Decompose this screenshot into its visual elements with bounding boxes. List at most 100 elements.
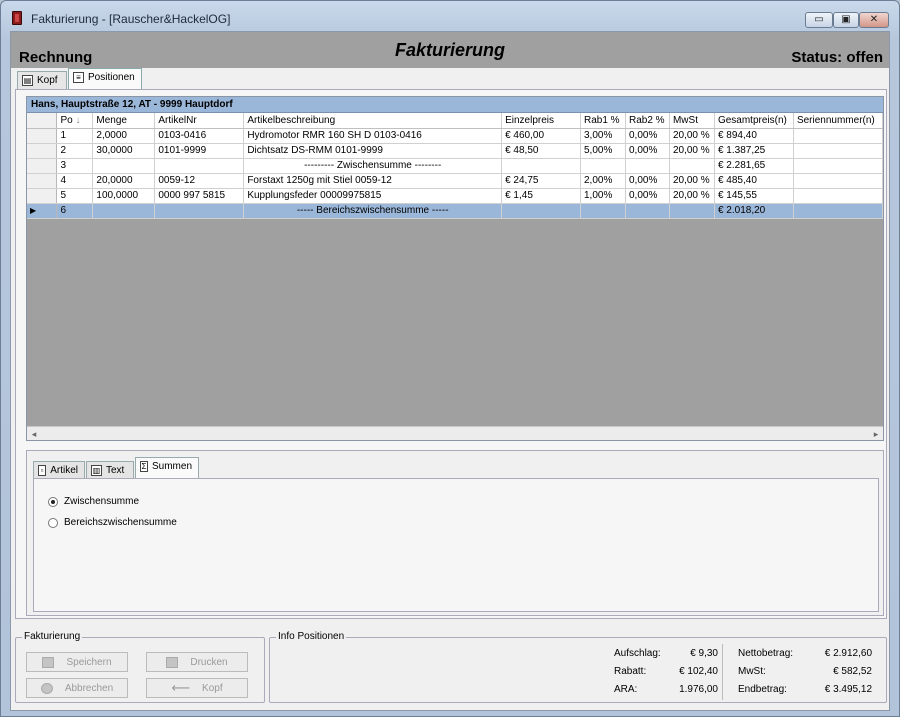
cell-einzelpreis[interactable]: € 460,00 bbox=[501, 128, 581, 144]
column-header-rab2[interactable]: Rab2 % bbox=[625, 113, 670, 129]
cell-einzelpreis[interactable]: € 1,45 bbox=[501, 188, 581, 204]
row-header[interactable] bbox=[27, 173, 58, 189]
cell-mwst[interactable]: 20,00 % bbox=[669, 128, 715, 144]
cell-einzelpreis[interactable]: € 48,50 bbox=[501, 143, 581, 159]
cell-seriennummer[interactable] bbox=[793, 173, 883, 189]
cell-artikelbeschreibung[interactable]: --------- Zwischensumme -------- bbox=[243, 158, 503, 174]
cell-artikelnr[interactable]: 0000 997 5815 bbox=[154, 188, 245, 204]
cell-gesamtpreis[interactable]: € 1.387,25 bbox=[714, 143, 794, 159]
cell-artikelnr[interactable]: 0101-9999 bbox=[154, 143, 245, 159]
cell-einzelpreis[interactable]: € 24,75 bbox=[501, 173, 581, 189]
back-to-kopf-button[interactable]: ⟵ Kopf bbox=[146, 678, 248, 698]
cell-artikelnr[interactable]: 0059-12 bbox=[154, 173, 245, 189]
cell-gesamtpreis[interactable]: € 2.018,20 bbox=[714, 203, 794, 219]
cell-mwst[interactable]: 20,00 % bbox=[669, 143, 715, 159]
cell-artikelbeschreibung[interactable]: Dichtsatz DS-RMM 0101-9999 bbox=[243, 143, 503, 159]
cell-po[interactable]: 2 bbox=[56, 143, 94, 159]
table-row[interactable]: ▶ 6 ----- Bereichszwischensumme ----- € 2.0… bbox=[27, 203, 883, 219]
cell-menge[interactable] bbox=[92, 158, 156, 174]
cell-mwst[interactable]: 20,00 % bbox=[669, 173, 715, 189]
cell-rab1[interactable]: 5,00% bbox=[580, 143, 626, 159]
tab-positionen[interactable]: ≡ Positionen bbox=[68, 68, 142, 90]
cell-gesamtpreis[interactable]: € 145,55 bbox=[714, 188, 794, 204]
cell-mwst[interactable] bbox=[669, 158, 715, 174]
cell-rab1[interactable] bbox=[580, 158, 626, 174]
scroll-right-arrow-icon[interactable]: ▸ bbox=[870, 428, 882, 440]
cell-artikelbeschreibung[interactable]: Forstaxt 1250g mit Stiel 0059-12 bbox=[243, 173, 503, 189]
cell-artikelbeschreibung[interactable]: Hydromotor RMR 160 SH D 0103-0416 bbox=[243, 128, 503, 144]
row-header[interactable] bbox=[27, 128, 58, 144]
cell-gesamtpreis[interactable]: € 894,40 bbox=[714, 128, 794, 144]
row-header[interactable] bbox=[27, 188, 58, 204]
scroll-left-arrow-icon[interactable]: ◂ bbox=[28, 428, 40, 440]
table-row[interactable]: 2 30,0000 0101-9999 Dichtsatz DS-RMM 0101-9… bbox=[27, 143, 883, 159]
column-header-gesamtpreis[interactable]: Gesamtpreis(n) bbox=[714, 113, 794, 129]
column-header-seriennummer[interactable]: Seriennummer(n) bbox=[793, 113, 883, 129]
minimize-button[interactable]: ▭ bbox=[805, 12, 833, 28]
cell-seriennummer[interactable] bbox=[793, 188, 883, 204]
column-header-einzelpreis[interactable]: Einzelpreis bbox=[501, 113, 581, 129]
tab-summen[interactable]: Σ Summen bbox=[135, 457, 199, 479]
cell-po[interactable]: 6 bbox=[56, 203, 94, 219]
cell-menge[interactable]: 20,0000 bbox=[92, 173, 156, 189]
cell-po[interactable]: 3 bbox=[56, 158, 94, 174]
cell-rab1[interactable]: 3,00% bbox=[580, 128, 626, 144]
cell-artikelbeschreibung[interactable]: Kupplungsfeder 00009975815 bbox=[243, 188, 503, 204]
cell-menge[interactable]: 100,0000 bbox=[92, 188, 156, 204]
maximize-button[interactable]: ▣ bbox=[833, 12, 859, 28]
cell-rab2[interactable] bbox=[625, 203, 670, 219]
cell-seriennummer[interactable] bbox=[793, 128, 883, 144]
print-button[interactable]: Drucken bbox=[146, 652, 248, 672]
column-header-rab1[interactable]: Rab1 % bbox=[580, 113, 626, 129]
table-row[interactable]: 1 2,0000 0103-0416 Hydromotor RMR 160 SH D … bbox=[27, 128, 883, 144]
radio-bereichszwischensumme-dot[interactable] bbox=[48, 517, 58, 528]
cancel-button[interactable]: Abbrechen bbox=[26, 678, 128, 698]
row-header[interactable]: ▶ bbox=[27, 203, 58, 219]
cell-rab1[interactable]: 2,00% bbox=[580, 173, 626, 189]
cell-seriennummer[interactable] bbox=[793, 158, 883, 174]
horizontal-scrollbar[interactable]: ◂ ▸ bbox=[27, 426, 883, 440]
cell-mwst[interactable] bbox=[669, 203, 715, 219]
cell-gesamtpreis[interactable]: € 2.281,65 bbox=[714, 158, 794, 174]
cell-artikelnr[interactable] bbox=[154, 203, 245, 219]
tab-artikel[interactable]: ▫ Artikel bbox=[33, 461, 85, 479]
cell-rab2[interactable] bbox=[625, 158, 670, 174]
column-header-artikelbeschreibung[interactable]: Artikelbeschreibung bbox=[243, 113, 503, 129]
cell-rab1[interactable]: 1,00% bbox=[580, 188, 626, 204]
positions-grid[interactable]: Hans, Hauptstraße 12, AT - 9999 Hauptdor… bbox=[26, 96, 884, 441]
cell-rab2[interactable]: 0,00% bbox=[625, 128, 670, 144]
cell-rab2[interactable]: 0,00% bbox=[625, 173, 670, 189]
radio-zwischensumme[interactable]: Zwischensumme bbox=[48, 496, 139, 507]
column-header-mwst[interactable]: MwSt bbox=[669, 113, 715, 129]
cell-po[interactable]: 5 bbox=[56, 188, 94, 204]
cell-artikelnr[interactable]: 0103-0416 bbox=[154, 128, 245, 144]
tab-text[interactable]: ▥ Text bbox=[86, 461, 134, 479]
save-button[interactable]: Speichern bbox=[26, 652, 128, 672]
row-header[interactable] bbox=[27, 143, 58, 159]
cell-menge[interactable] bbox=[92, 203, 156, 219]
tab-kopf[interactable]: ▤ Kopf bbox=[17, 71, 67, 90]
table-row[interactable]: 3 --------- Zwischensumme -------- € 2.281… bbox=[27, 158, 883, 174]
column-header-artikelnr[interactable]: ArtikelNr bbox=[154, 113, 245, 129]
close-button[interactable]: ✕ bbox=[859, 12, 889, 28]
cell-menge[interactable]: 30,0000 bbox=[92, 143, 156, 159]
cell-rab2[interactable]: 0,00% bbox=[625, 188, 670, 204]
table-row[interactable]: 4 20,0000 0059-12 Forstaxt 1250g mit Stiel … bbox=[27, 173, 883, 189]
table-row[interactable]: 5 100,0000 0000 997 5815 Kupplungsfeder 000… bbox=[27, 188, 883, 204]
row-header[interactable] bbox=[27, 158, 58, 174]
cell-einzelpreis[interactable] bbox=[501, 203, 581, 219]
cell-seriennummer[interactable] bbox=[793, 143, 883, 159]
cell-seriennummer[interactable] bbox=[793, 203, 883, 219]
cell-einzelpreis[interactable] bbox=[501, 158, 581, 174]
cell-artikelnr[interactable] bbox=[154, 158, 245, 174]
radio-bereichszwischensumme[interactable]: Bereichszwischensumme bbox=[48, 517, 177, 528]
radio-zwischensumme-dot[interactable] bbox=[48, 496, 58, 507]
cell-rab1[interactable] bbox=[580, 203, 626, 219]
cell-menge[interactable]: 2,0000 bbox=[92, 128, 156, 144]
cell-rab2[interactable]: 0,00% bbox=[625, 143, 670, 159]
cell-mwst[interactable]: 20,00 % bbox=[669, 188, 715, 204]
cell-po[interactable]: 1 bbox=[56, 128, 94, 144]
cell-artikelbeschreibung[interactable]: ----- Bereichszwischensumme ----- bbox=[243, 203, 503, 219]
column-header-po[interactable]: Po ↓ bbox=[56, 113, 94, 129]
column-header-menge[interactable]: Menge bbox=[92, 113, 156, 129]
